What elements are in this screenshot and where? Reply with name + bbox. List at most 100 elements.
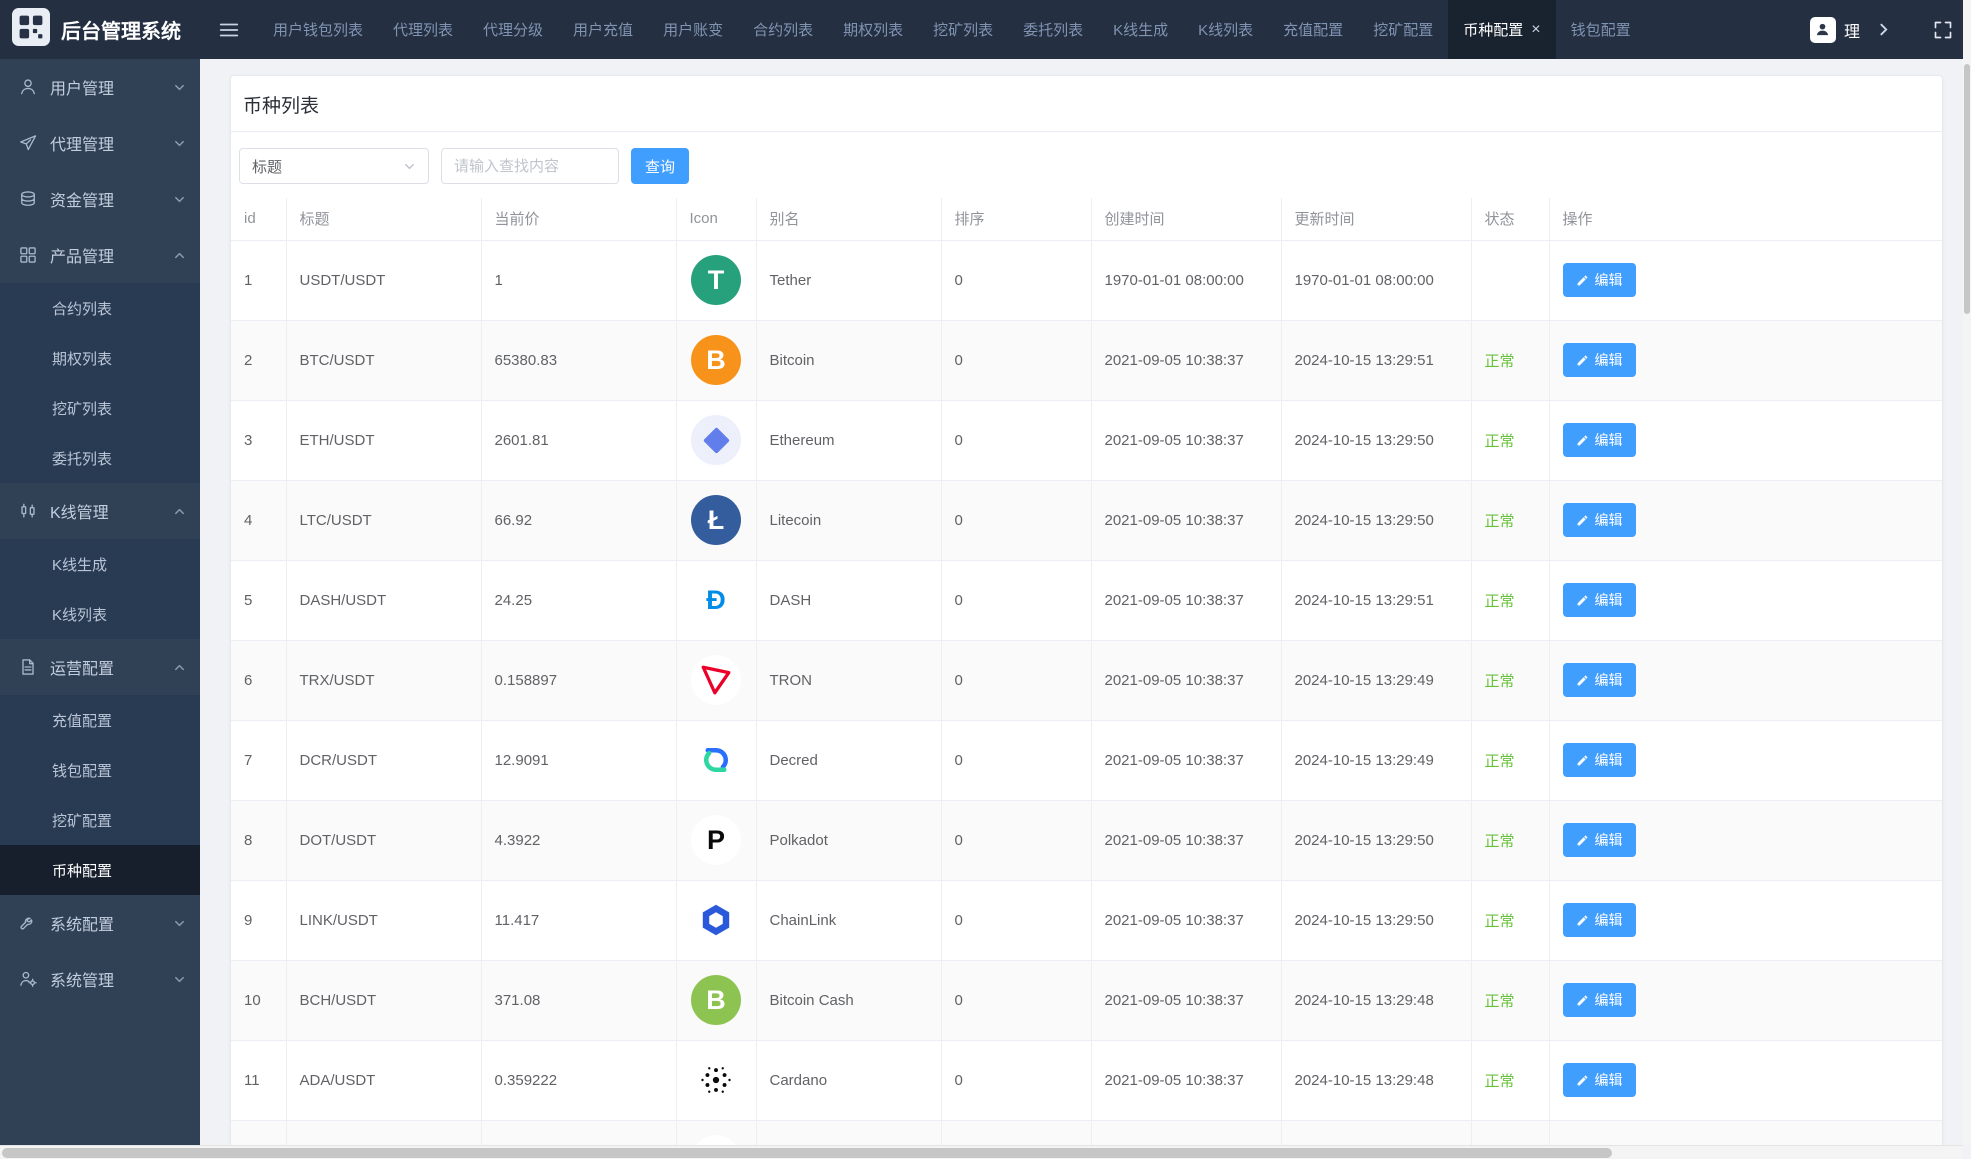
tab-10[interactable]: K线列表 <box>1183 0 1268 59</box>
decred-icon <box>691 735 741 785</box>
sidebar-subitem-3-3[interactable]: 委托列表 <box>0 433 200 483</box>
tab-8[interactable]: 委托列表 <box>1008 0 1098 59</box>
column-header: id <box>231 198 287 241</box>
cell-updated: 2024-10-15 13:29:51 <box>1281 320 1472 401</box>
sidebar-item-4[interactable]: K线管理 <box>0 483 200 539</box>
horizontal-scrollbar[interactable] <box>0 1145 1963 1159</box>
cell-actions: 编辑 <box>1549 800 1942 881</box>
sidebar-subitem-5-0[interactable]: 充值配置 <box>0 695 200 745</box>
cell-id: 10 <box>231 960 287 1041</box>
edit-button[interactable]: 编辑 <box>1562 1063 1636 1097</box>
edit-button-label: 编辑 <box>1594 432 1623 448</box>
cell-alias: Bitcoin Cash <box>756 960 942 1041</box>
search-button[interactable]: 查询 <box>631 148 690 184</box>
edit-button[interactable]: 编辑 <box>1562 983 1636 1017</box>
tab-5[interactable]: 合约列表 <box>738 0 828 59</box>
cell-alias: Polkadot <box>756 800 942 881</box>
horizontal-scrollbar-thumb[interactable] <box>2 1148 1612 1158</box>
cell-created: 2021-09-05 10:38:37 <box>1091 640 1282 721</box>
tab-1[interactable]: 代理列表 <box>378 0 468 59</box>
edit-button[interactable]: 编辑 <box>1562 343 1636 377</box>
edit-button[interactable]: 编辑 <box>1562 823 1636 857</box>
sidebar-item-2[interactable]: 资金管理 <box>0 171 200 227</box>
cell-title: LINK/USDT <box>286 880 482 961</box>
cell-status <box>1471 240 1550 321</box>
cell-id: 9 <box>231 880 287 961</box>
tab-2[interactable]: 代理分级 <box>468 0 558 59</box>
sidebar-subitem-3-1[interactable]: 期权列表 <box>0 333 200 383</box>
status-badge: 正常 <box>1484 592 1515 610</box>
menu-icon[interactable] <box>200 0 258 59</box>
cell-price: 2601.81 <box>481 400 677 481</box>
cell-actions: 编辑 <box>1549 960 1942 1041</box>
sidebar-item-1[interactable]: 代理管理 <box>0 115 200 171</box>
sidebar-item-0[interactable]: 用户管理 <box>0 59 200 115</box>
cell-id: 2 <box>231 320 287 401</box>
cell-status: 正常 <box>1471 800 1550 881</box>
status-badge: 正常 <box>1484 352 1515 370</box>
edit-button-label: 编辑 <box>1594 592 1623 608</box>
edit-button[interactable]: 编辑 <box>1562 423 1636 457</box>
filter-select[interactable]: 标题 <box>239 148 429 184</box>
cell-status: 正常 <box>1471 1040 1550 1121</box>
cell-updated: 2024-10-15 13:29:51 <box>1281 560 1472 641</box>
search-input[interactable] <box>441 148 619 184</box>
cell-icon <box>676 1040 757 1121</box>
sidebar-subitem-4-0[interactable]: K线生成 <box>0 539 200 589</box>
edit-button[interactable]: 编辑 <box>1562 503 1636 537</box>
cell-created: 2021-09-05 10:38:37 <box>1091 480 1282 561</box>
tab-13[interactable]: 币种配置 × <box>1448 0 1556 59</box>
tab-9[interactable]: K线生成 <box>1098 0 1183 59</box>
cell-updated: 2024-10-15 13:29:49 <box>1281 640 1472 721</box>
cell-created: 2021-09-05 10:38:37 <box>1091 560 1282 641</box>
column-header: 别名 <box>756 198 942 241</box>
tab-0[interactable]: 用户钱包列表 <box>258 0 378 59</box>
sidebar-subitem-5-1[interactable]: 钱包配置 <box>0 745 200 795</box>
cell-title: DASH/USDT <box>286 560 482 641</box>
tab-11[interactable]: 充值配置 <box>1268 0 1358 59</box>
table-row: 9 LINK/USDT 11.417 ChainLink 0 2021-09-05 10:… <box>231 880 1942 961</box>
table-header-row: id 标题 当前价 Icon 别名 排序 创建时间 更新时间 状态 操作 <box>231 198 1942 241</box>
vertical-scrollbar[interactable] <box>1963 0 1971 1145</box>
edit-button[interactable]: 编辑 <box>1562 263 1636 297</box>
chevron-right-icon[interactable] <box>1876 22 1891 37</box>
topbar: 后台管理系统 用户钱包列表 代理列表 代理分级 用户充值 用户账变 合约列表 期权列表 挖矿列… <box>0 0 1971 59</box>
chevron-down-icon <box>173 917 186 930</box>
sidebar-subitem-3-0[interactable]: 合约列表 <box>0 283 200 333</box>
fullscreen-icon[interactable] <box>1933 20 1953 40</box>
sidebar-subitem-3-2[interactable]: 挖矿列表 <box>0 383 200 433</box>
tab-4[interactable]: 用户账变 <box>648 0 738 59</box>
tab-14[interactable]: 钱包配置 <box>1556 0 1646 59</box>
column-header: 标题 <box>286 198 482 241</box>
cell-sort: 0 <box>941 240 1092 321</box>
tab-12[interactable]: 挖矿配置 <box>1358 0 1448 59</box>
sidebar-item-6[interactable]: 系统配置 <box>0 895 200 951</box>
sidebar-subitem-5-3[interactable]: 币种配置 <box>0 845 200 895</box>
close-icon[interactable]: × <box>1531 21 1540 38</box>
cell-price: 0.158897 <box>481 640 677 721</box>
cell-price: 66.92 <box>481 480 677 561</box>
tab-6[interactable]: 期权列表 <box>828 0 918 59</box>
chevron-up-icon <box>173 661 186 674</box>
vertical-scrollbar-thumb[interactable] <box>1964 64 1970 314</box>
cell-title: BCH/USDT <box>286 960 482 1041</box>
cell-status: 正常 <box>1471 720 1550 801</box>
cell-title: DOT/USDT <box>286 800 482 881</box>
sidebar-subitem-4-1[interactable]: K线列表 <box>0 589 200 639</box>
cardano-icon <box>691 1055 741 1105</box>
table-row: 3 ETH/USDT 2601.81 Ethereum 0 2021-09-05 10:3… <box>231 400 1942 481</box>
sidebar-item-5[interactable]: 运营配置 <box>0 639 200 695</box>
sidebar-item-3[interactable]: 产品管理 <box>0 227 200 283</box>
cell-icon <box>676 720 757 801</box>
tab-7[interactable]: 挖矿列表 <box>918 0 1008 59</box>
edit-button[interactable]: 编辑 <box>1562 663 1636 697</box>
user-menu[interactable]: 理 <box>1809 16 1860 43</box>
edit-button[interactable]: 编辑 <box>1562 743 1636 777</box>
ethereum-icon <box>691 415 741 465</box>
sidebar-item-7[interactable]: 系统管理 <box>0 951 200 1007</box>
sidebar-subitem-5-2[interactable]: 挖矿配置 <box>0 795 200 845</box>
sidebar-item-label: 运营配置 <box>50 661 115 678</box>
edit-button[interactable]: 编辑 <box>1562 903 1636 937</box>
edit-button[interactable]: 编辑 <box>1562 583 1636 617</box>
tab-3[interactable]: 用户充值 <box>558 0 648 59</box>
